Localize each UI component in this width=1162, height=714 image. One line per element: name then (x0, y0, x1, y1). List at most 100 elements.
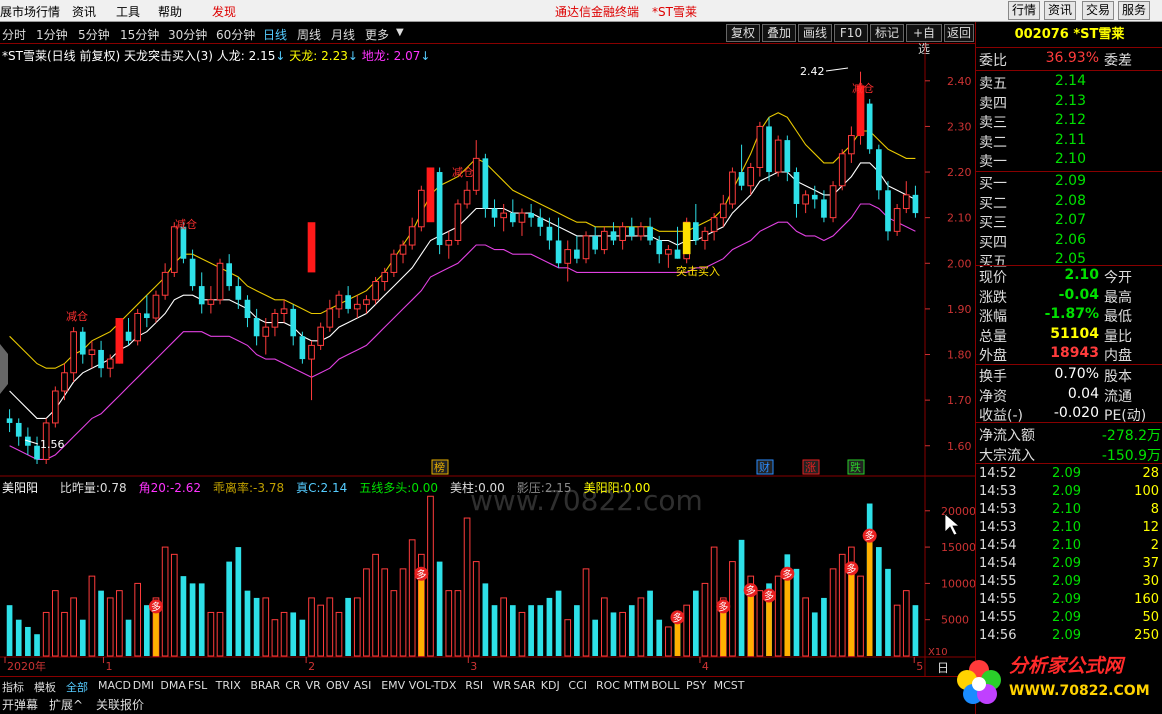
period-weekly[interactable]: 周线 (297, 26, 321, 43)
period-15min[interactable]: 15分钟 (120, 26, 159, 43)
indicator-tab[interactable]: VOL-TDX (409, 679, 457, 692)
tick-price: 2.10 (1052, 520, 1081, 535)
indicator-tab[interactable]: ROC (596, 679, 620, 692)
bid-price[interactable]: 2.07 (1055, 212, 1086, 228)
volume-bar (280, 611, 288, 657)
indicator-tab[interactable]: BOLL (651, 679, 679, 692)
btn-add-watch[interactable]: +自选 (906, 24, 942, 56)
ask-row[interactable]: 卖三 2.12 (976, 112, 1162, 131)
ask-price[interactable]: 2.11 (1055, 132, 1086, 148)
bid-row[interactable]: 买四 2.06 (976, 232, 1162, 251)
bottom-tab[interactable]: 关联报价 (96, 696, 144, 713)
indicator-tab[interactable]: DMI (133, 679, 154, 692)
duo-volume-bar (784, 579, 791, 656)
indicator-tab[interactable]: MCST (714, 679, 745, 692)
period-monthly[interactable]: 月线 (331, 26, 355, 43)
ask-row[interactable]: 卖二 2.11 (976, 132, 1162, 151)
period-daily[interactable]: 日线 (263, 26, 287, 43)
volume-bar (372, 553, 379, 657)
period-5min[interactable]: 5分钟 (78, 26, 110, 43)
candle-body (574, 249, 580, 259)
btn-overlay[interactable]: 叠加 (762, 24, 796, 42)
indicator-tab[interactable]: CR (285, 679, 300, 692)
indicator-tab[interactable]: MTM (624, 679, 650, 692)
logo-title: 分析家公式网 (1009, 655, 1126, 677)
bid-price[interactable]: 2.09 (1055, 173, 1086, 189)
btn-fuquan[interactable]: 复权 (726, 24, 760, 42)
indicator-tab[interactable]: ASI (354, 679, 372, 692)
btn-f10[interactable]: F10 (834, 24, 868, 42)
volume-bar (454, 590, 462, 657)
volume-bar (427, 495, 434, 657)
candle-body (143, 313, 150, 319)
indicator-tab[interactable]: TRIX (216, 679, 241, 692)
indicator-tab[interactable]: EMV (381, 679, 405, 692)
indicator-tab[interactable]: KDJ (541, 679, 560, 692)
flow-value: -278.2万 (1101, 428, 1161, 444)
menu-discover[interactable]: 发现 (212, 3, 236, 20)
btn-draw[interactable]: 画线 (798, 24, 832, 42)
candle-body (500, 212, 508, 219)
btn-trade[interactable]: 交易 (1082, 1, 1114, 20)
indicator-tab[interactable]: CCI (568, 679, 587, 692)
volume-legend-label: 五线多头: (359, 481, 412, 495)
reduce-signal-label: 减仓 (452, 165, 474, 179)
ask-price[interactable]: 2.12 (1055, 112, 1086, 128)
indicator-tab[interactable]: DMA (160, 679, 186, 692)
indicator-tab[interactable]: 全部 (66, 679, 88, 695)
bid-row[interactable]: 买二 2.08 (976, 193, 1162, 212)
volume-bar (262, 597, 270, 657)
indicator-tab[interactable]: 模板 (34, 679, 56, 695)
period-fenshi[interactable]: 分时 (2, 26, 26, 43)
btn-quote[interactable]: 行情 (1008, 1, 1040, 20)
kline-chart[interactable]: 2.402.302.202.102.001.901.801.701.602000… (0, 44, 975, 676)
ask-row[interactable]: 卖一 2.10 (976, 151, 1162, 170)
menu-news[interactable]: 资讯 (72, 3, 96, 20)
indicator-tab[interactable]: FSL (188, 679, 207, 692)
indicator-tab[interactable]: OBV (326, 679, 349, 692)
ask-price[interactable]: 2.10 (1055, 151, 1086, 167)
candle-body (15, 422, 22, 437)
period-60min[interactable]: 60分钟 (216, 26, 255, 43)
bid-row[interactable]: 买三 2.07 (976, 212, 1162, 231)
menu-market[interactable]: 展市场行情 (0, 3, 60, 20)
period-more[interactable]: 更多 (365, 26, 389, 43)
indicator-tab[interactable]: 指标 (2, 679, 24, 695)
duo-marker-label: 多 (746, 584, 756, 597)
btn-back[interactable]: 返回 (944, 24, 974, 42)
volume-bar (537, 605, 544, 656)
candle-body (738, 172, 745, 186)
volume-bar (902, 590, 910, 657)
menu-help[interactable]: 帮助 (158, 3, 182, 20)
period-1min[interactable]: 1分钟 (36, 26, 68, 43)
indicator-tab[interactable]: VR (306, 679, 321, 692)
menu-tools[interactable]: 工具 (116, 3, 140, 20)
indicator-tab[interactable]: MACD (98, 679, 131, 692)
price-tick-label: 1.80 (947, 349, 972, 362)
bottom-tab[interactable]: 开弹幕 (2, 696, 38, 713)
volume-bar (528, 605, 534, 656)
ask-row[interactable]: 卖五 2.14 (976, 73, 1162, 92)
bid-row[interactable]: 买一 2.09 (976, 173, 1162, 192)
btn-service[interactable]: 服务 (1118, 1, 1150, 20)
indicator-tab[interactable]: WR (493, 679, 512, 692)
ask-price[interactable]: 2.13 (1055, 93, 1086, 109)
period-more-chevron-icon[interactable]: ▼ (396, 27, 404, 38)
ask-row[interactable]: 卖四 2.13 (976, 93, 1162, 112)
candle-body (848, 135, 855, 155)
indicator-tab[interactable]: RSI (465, 679, 483, 692)
volume-legend-label: 影压: (516, 481, 545, 495)
volume-bar (299, 619, 306, 656)
stat-row: 总量 51104 量比 (976, 326, 1162, 345)
bid-price[interactable]: 2.08 (1055, 193, 1086, 209)
btn-info[interactable]: 资讯 (1044, 1, 1076, 20)
btn-mark[interactable]: 标记 (870, 24, 904, 42)
indicator-tab[interactable]: PSY (686, 679, 706, 692)
volume-bar (216, 611, 224, 657)
indicator-tab[interactable]: SAR (513, 679, 535, 692)
bid-price[interactable]: 2.06 (1055, 232, 1086, 248)
ask-price[interactable]: 2.14 (1055, 73, 1086, 89)
indicator-tab[interactable]: BRAR (250, 679, 280, 692)
period-30min[interactable]: 30分钟 (168, 26, 207, 43)
bottom-tab[interactable]: 扩展^ (49, 696, 83, 713)
